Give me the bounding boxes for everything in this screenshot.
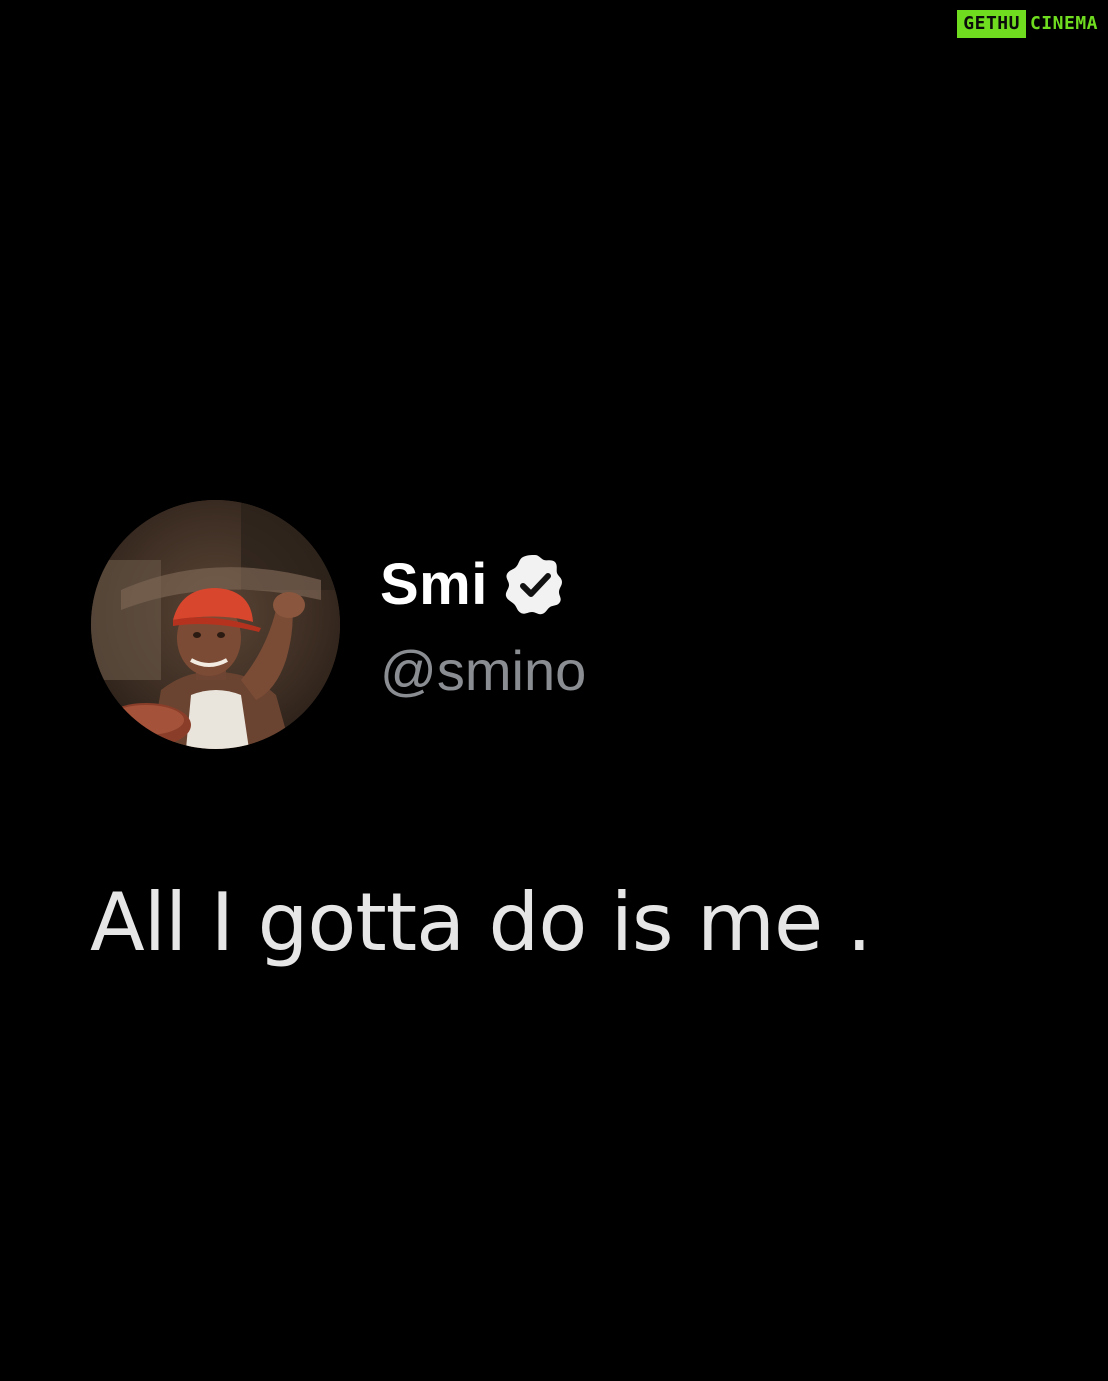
- verified-badge-icon: [505, 555, 562, 615]
- tweet-card: Smi @smino All I gotta do is me .: [0, 0, 1108, 1381]
- display-name[interactable]: Smi: [380, 556, 488, 614]
- handle[interactable]: @smino: [380, 640, 586, 702]
- avatar-photo: [91, 500, 340, 749]
- name-row: Smi: [380, 545, 568, 625]
- tweet-text: All I gotta do is me .: [90, 876, 872, 969]
- avatar[interactable]: [91, 500, 340, 749]
